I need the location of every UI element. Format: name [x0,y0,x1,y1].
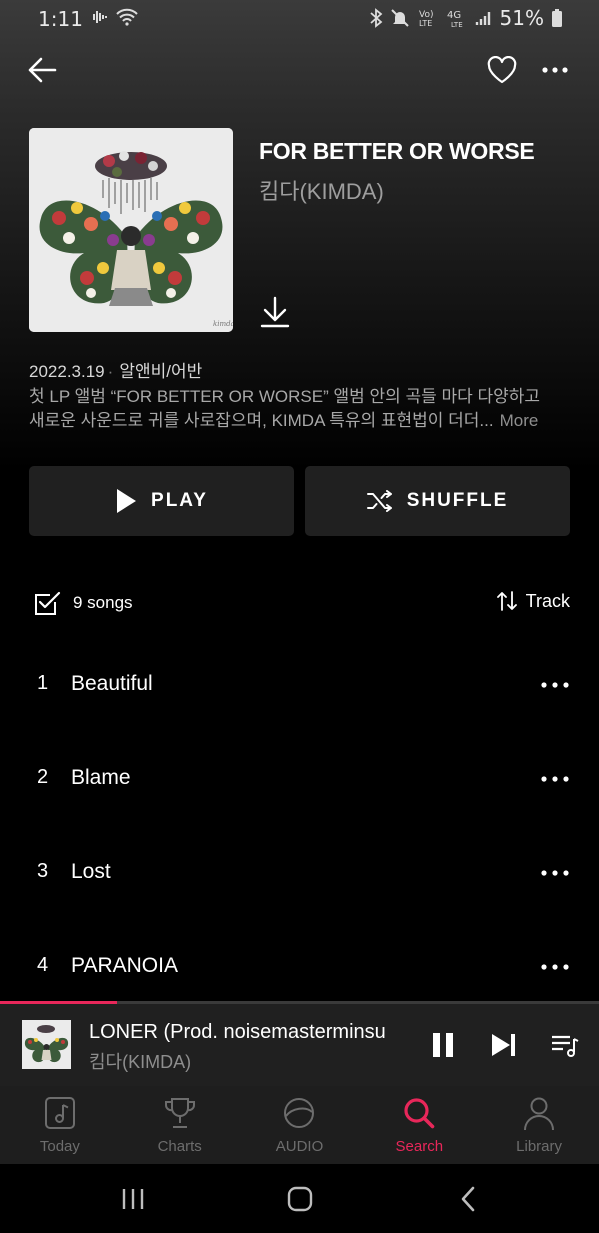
track-title: Lost [71,860,111,883]
nav-library[interactable]: Library [479,1086,599,1164]
next-track-button[interactable] [487,1030,521,1060]
album-meta: 2022.3.19 · 알앤비/어반 [29,357,202,382]
description-line-1: 첫 LP 앨범 “FOR BETTER OR WORSE” 앨범 안의 곡들 마… [29,387,541,406]
battery-percent: 51% [499,6,544,30]
play-button[interactable]: PLAY [29,466,294,536]
track-row[interactable]: 1 Beautiful [0,672,599,766]
voice-wave-icon [93,11,107,23]
now-playing-artwork-image [22,1020,71,1069]
track-more-icon[interactable] [537,954,573,980]
volte-icon: Vo)LTE [419,10,433,28]
pause-button[interactable] [427,1030,461,1060]
nav-label: Charts [157,1138,202,1155]
more-options-button[interactable] [535,50,575,90]
nav-label: Library [516,1138,563,1155]
release-date: 2022.3.19 [29,362,105,381]
track-number: 2 [37,766,49,788]
svg-text:4G: 4G [447,10,461,21]
wifi-icon [116,8,138,26]
track-more-icon[interactable] [537,766,573,792]
svg-text:LTE: LTE [451,21,463,28]
playlist-queue-icon [552,1035,579,1057]
play-icon [117,489,137,513]
battery-icon [552,9,562,27]
now-playing-title: LONER (Prod. noisemasterminsu [89,1021,386,1043]
album-artwork-image: kimda [29,128,233,332]
audio-globe-icon [284,1098,315,1128]
select-checkbox-icon[interactable] [33,590,61,618]
sort-button[interactable]: Track [496,590,570,612]
download-button[interactable] [256,292,294,332]
song-count: 9 songs [73,593,133,612]
favorite-button[interactable] [482,50,522,90]
lte-4g-icon: 4GLTE [447,10,463,28]
track-title: Blame [71,766,131,789]
track-title: Beautiful [71,672,153,695]
nav-label: AUDIO [275,1138,324,1155]
search-icon [404,1098,435,1129]
track-row[interactable]: 2 Blame [0,766,599,860]
track-number: 1 [37,672,49,694]
shuffle-label: SHUFFLE [406,490,509,511]
nav-charts[interactable]: Charts [120,1086,240,1164]
skip-next-icon [492,1034,515,1056]
svg-text:kimda: kimda [213,320,233,328]
system-back-icon[interactable] [448,1184,488,1214]
signal-icon [475,12,490,25]
pause-icon [433,1033,453,1057]
nav-label: Today [39,1138,80,1155]
nav-search[interactable]: Search [359,1086,479,1164]
back-button[interactable] [22,50,62,90]
album-cover[interactable]: kimda [29,128,233,332]
mute-icon [390,9,409,27]
track-row[interactable]: 3 Lost [0,860,599,954]
bottom-navigation: Today Charts AUDIO Search Library [0,1086,599,1164]
sort-arrows-icon [496,591,517,611]
nav-today[interactable]: Today [0,1086,120,1164]
bluetooth-icon [369,8,382,28]
album-description[interactable]: 첫 LP 앨범 “FOR BETTER OR WORSE” 앨범 안의 곡들 마… [29,385,574,433]
nav-audio[interactable]: AUDIO [240,1086,360,1164]
status-time: 1:11 [38,7,83,31]
album-genre: 알앤비/어반 [119,362,203,381]
more-horizontal-icon [542,67,568,73]
track-title: PARANOIA [71,954,178,977]
recent-apps-icon[interactable] [113,1184,153,1214]
shuffle-icon [366,490,392,512]
svg-text:LTE: LTE [419,19,432,28]
home-icon[interactable] [280,1184,320,1214]
shuffle-button[interactable]: SHUFFLE [305,466,570,536]
nav-label: Search [395,1138,444,1155]
person-icon [524,1097,555,1131]
music-note-icon [44,1097,75,1129]
sort-label: Track [525,590,570,611]
track-list-header: 9 songs Track [29,586,570,622]
play-label: PLAY [151,490,208,511]
track-number: 4 [37,954,49,976]
album-artist-link[interactable]: 킴다(KIMDA) [259,174,384,206]
description-line-2: 새로운 사운드로 귀를 사로잡으며, KIMDA 특유의 표현법이 더더... [29,411,494,430]
heart-icon [487,56,517,84]
mini-player[interactable]: LONER (Prod. noisemasterminsu 킴다(KIMDA) [0,1004,599,1086]
track-number: 3 [37,860,49,882]
track-more-icon[interactable] [537,672,573,698]
meta-separator: · [107,362,114,381]
now-playing-artist: 킴다(KIMDA) [89,1052,192,1072]
status-bar: 1:11 Vo) LTE 4G LTE 51% [0,0,599,38]
track-more-icon[interactable] [537,860,573,886]
queue-button[interactable] [548,1030,582,1060]
now-playing-cover[interactable] [22,1020,71,1069]
trophy-icon [164,1098,195,1128]
album-title: FOR BETTER OR WORSE [259,138,535,164]
arrow-left-icon [28,57,57,83]
system-navigation-bar [0,1164,599,1233]
more-link[interactable]: More [500,409,539,433]
download-icon [260,296,290,328]
